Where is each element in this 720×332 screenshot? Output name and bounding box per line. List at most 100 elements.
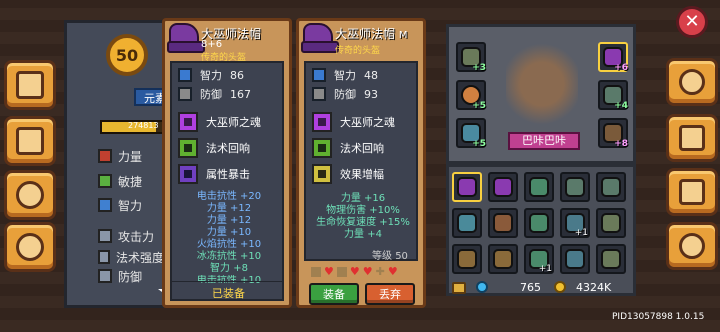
- stat-defense: 防御: [98, 266, 168, 286]
- hero-name-banner: 巴咔巴咔: [508, 132, 580, 150]
- item-icon: [457, 249, 477, 269]
- inventory-slot[interactable]: [596, 208, 626, 238]
- inventory-slot[interactable]: [488, 244, 518, 274]
- tab-bag[interactable]: [666, 222, 718, 270]
- sword-icon: [311, 267, 321, 277]
- equip-slot-weapon[interactable]: +8: [598, 118, 628, 149]
- equipped-label: 已装备: [212, 287, 245, 300]
- item-icon: [529, 213, 549, 233]
- base-stat-def: 防御 93: [312, 85, 378, 103]
- attribute-line: 力量 +10: [206, 227, 252, 238]
- base-stat-int: 智力 48: [312, 66, 378, 84]
- attribute-line: 力量 +16: [340, 193, 386, 204]
- base-stat-int: 智力 86: [178, 66, 244, 84]
- coin-count: 4324K: [576, 281, 612, 294]
- tab-book[interactable]: [4, 60, 56, 110]
- wand-icon: [98, 250, 110, 264]
- attribute-line: 力量 +4: [344, 229, 382, 240]
- item-icon: [493, 249, 513, 269]
- item-icon: [565, 177, 585, 197]
- lock-icon[interactable]: [452, 282, 466, 294]
- purple-flame-icon: [178, 112, 198, 132]
- inventory-slot[interactable]: +1: [560, 208, 590, 238]
- equip-slot-armor[interactable]: +3: [456, 42, 486, 73]
- heart-icon: ♥: [324, 265, 334, 278]
- inventory-slot[interactable]: [452, 172, 482, 202]
- inventory-slot[interactable]: +1: [524, 244, 554, 274]
- tab-equip[interactable]: [666, 168, 718, 216]
- book-icon: [178, 68, 192, 82]
- crit-burst-icon: [178, 164, 198, 184]
- level-badge: 50: [106, 34, 148, 76]
- stat-strength: 力量: [98, 144, 168, 168]
- level-label: 等级 50: [372, 251, 408, 262]
- close-icon: ✕: [684, 11, 700, 32]
- skill-row: 法术回响: [178, 137, 250, 159]
- purple-flame-icon: [312, 112, 332, 132]
- equipped-item-card: 大巫师法帽 8+6 传奇的头盔 智力 86 防御 167 大巫师之魂 法术回响: [162, 18, 292, 308]
- stat-attack: 攻击力: [98, 226, 168, 246]
- equip-slot-helmet[interactable]: +6: [598, 42, 628, 73]
- tab-gems[interactable]: [4, 170, 56, 220]
- equip-slot-gloves[interactable]: +5: [456, 118, 486, 149]
- equip-slot-boots[interactable]: +4: [598, 80, 628, 111]
- item-icon: [457, 177, 477, 197]
- item-icon: [493, 177, 513, 197]
- affinity-icons: ♥ ♥ ♥ ✚ ♥: [311, 265, 398, 278]
- plus-icon: ✚: [375, 265, 385, 278]
- attribute-line: 智力 +8: [210, 263, 248, 274]
- compare-item-card: 大巫师法帽 M 传奇的头盔 智力 48 防御 93 大巫师之魂 法术回响 效果增…: [296, 18, 426, 308]
- item-detail-box: 智力 86 防御 167 大巫师之魂 法术回响 属性暴击 电击抗性 +20 力量: [170, 61, 284, 301]
- fist-icon: [98, 149, 112, 163]
- inventory-slot[interactable]: [488, 208, 518, 238]
- tab-forge[interactable]: [666, 114, 718, 162]
- item-icon: [529, 177, 549, 197]
- equip-slot-amulet[interactable]: +5: [456, 80, 486, 111]
- crystal-count: 765: [520, 281, 541, 294]
- staff-icon: [312, 138, 332, 158]
- inventory-slot[interactable]: [452, 244, 482, 274]
- inventory-slot[interactable]: [560, 244, 590, 274]
- bag-icon: [679, 233, 705, 259]
- skill-row: 法术回响: [312, 137, 384, 159]
- crystal-icon: [476, 281, 488, 293]
- attribute-line: 力量 +12: [206, 203, 252, 214]
- inventory-slot[interactable]: [596, 172, 626, 202]
- feather-icon: [98, 174, 112, 188]
- discard-button[interactable]: 丢弃: [365, 283, 415, 305]
- item-icon: [457, 213, 477, 233]
- exp-value: 274813: [128, 121, 159, 130]
- item-title: 大巫师法帽 M: [335, 27, 408, 41]
- tab-skills[interactable]: [4, 116, 56, 166]
- inventory-slot[interactable]: [452, 208, 482, 238]
- heart-icon: ♥: [362, 265, 373, 278]
- base-stat-def: 防御 167: [178, 85, 251, 103]
- inventory-slot[interactable]: [488, 172, 518, 202]
- tab-pet[interactable]: [4, 222, 56, 272]
- inventory-slot[interactable]: [524, 172, 554, 202]
- coin-icon: [554, 281, 566, 293]
- staff-icon: [178, 138, 198, 158]
- inventory-slot[interactable]: [560, 172, 590, 202]
- shield-icon: [336, 267, 347, 277]
- item-upgrade-badge: +1: [574, 228, 588, 238]
- skill-row: 大巫师之魂: [178, 111, 261, 133]
- inventory-slot[interactable]: [524, 208, 554, 238]
- item-upgrade: 8+6: [201, 39, 223, 50]
- arrows-up-icon: [312, 164, 332, 184]
- item-icon: [493, 213, 513, 233]
- version-label: PID13057898 1.0.15: [612, 312, 705, 322]
- book-icon: [98, 198, 112, 212]
- wizard-hat-icon: [301, 23, 339, 53]
- item-icon: [601, 177, 621, 197]
- skill-row: 大巫师之魂: [312, 111, 395, 133]
- tab-hero[interactable]: [666, 58, 718, 106]
- item-upgrade-badge: +1: [538, 264, 552, 274]
- close-button[interactable]: ✕: [676, 6, 708, 38]
- attribute-line: 生命恢复速度 +15%: [316, 217, 410, 228]
- stat-intelligence: 智力: [98, 193, 168, 217]
- item-rarity: 传奇的头盔: [335, 46, 381, 56]
- equip-button[interactable]: 装备: [309, 283, 359, 305]
- attribute-line: 力量 +12: [206, 215, 252, 226]
- inventory-slot[interactable]: [596, 244, 626, 274]
